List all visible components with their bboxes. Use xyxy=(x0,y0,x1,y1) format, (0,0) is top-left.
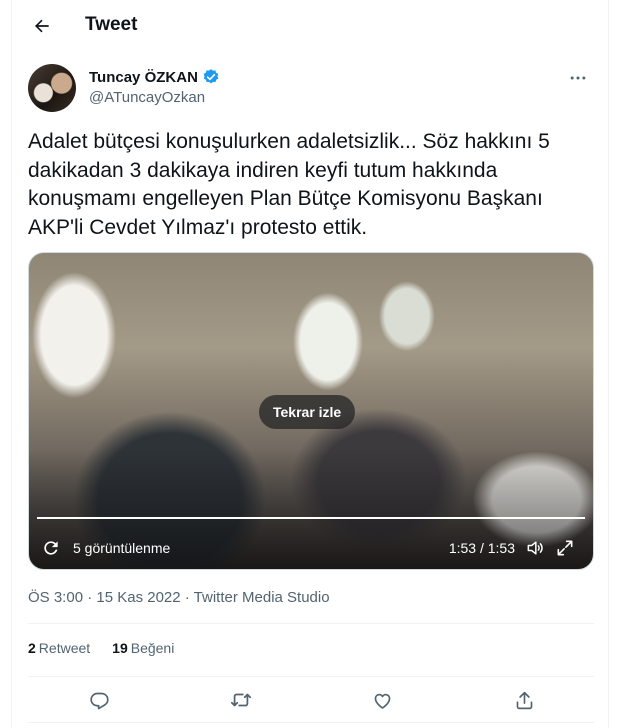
back-button[interactable] xyxy=(26,10,58,42)
display-name[interactable]: Tuncay ÖZKAN xyxy=(89,69,198,86)
retweet-icon xyxy=(230,693,252,707)
tweet-meta: ÖS 3:00 · 15 Kas 2022 · Twitter Media St… xyxy=(28,589,330,606)
more-dots-icon xyxy=(570,76,586,80)
reply-icon xyxy=(89,692,109,709)
divider xyxy=(28,722,594,723)
author-name-row: Tuncay ÖZKAN xyxy=(89,68,220,86)
source-link[interactable]: Twitter Media Studio xyxy=(194,589,330,606)
share-icon xyxy=(516,691,532,709)
video-time: 1:53 / 1:53 xyxy=(448,540,515,556)
likes-stat[interactable]: 19 Beğeni xyxy=(112,640,174,656)
tweet-column: Tweet Tuncay ÖZKAN @ATuncayOzkan Adalet … xyxy=(11,0,609,728)
divider xyxy=(28,676,594,677)
tweet-actions xyxy=(28,685,594,715)
view-count: 5 görüntülenme xyxy=(73,540,171,556)
retweet-button[interactable] xyxy=(228,687,254,713)
like-icon xyxy=(374,693,390,709)
video-progress-bar[interactable] xyxy=(37,517,585,519)
video-player[interactable]: Tekrar izle 5 görüntülenme 1:53 / 1:53 xyxy=(28,252,594,570)
replay-button[interactable]: Tekrar izle xyxy=(259,395,356,429)
header: Tweet xyxy=(12,0,608,52)
reply-button[interactable] xyxy=(86,687,112,713)
retweets-count: 2 xyxy=(28,640,36,656)
retweets-label: Retweet xyxy=(38,640,91,656)
video-controls: 5 görüntülenme 1:53 / 1:53 xyxy=(29,533,593,563)
likes-count: 19 xyxy=(112,640,128,656)
divider xyxy=(28,623,594,624)
fullscreen-icon[interactable] xyxy=(555,538,575,558)
like-button[interactable] xyxy=(369,687,395,713)
tweet-text: Adalet bütçesi konuşulurken adaletsizlik… xyxy=(28,130,550,239)
volume-icon[interactable] xyxy=(525,538,545,558)
arrow-left-icon xyxy=(35,19,49,33)
tweet-stats: 2 Retweet 19 Beğeni xyxy=(28,640,174,656)
likes-label: Beğeni xyxy=(130,640,175,656)
verified-badge-icon xyxy=(203,69,219,84)
page-title: Tweet xyxy=(85,14,138,35)
more-options-button[interactable] xyxy=(562,64,594,92)
retweets-stat[interactable]: 2 Retweet xyxy=(28,640,90,656)
author-row: Tuncay ÖZKAN @ATuncayOzkan xyxy=(28,62,594,114)
timestamp[interactable]: ÖS 3:00 · 15 Kas 2022 · xyxy=(28,589,194,606)
author-handle[interactable]: @ATuncayOzkan xyxy=(89,89,205,106)
avatar[interactable] xyxy=(28,64,76,112)
share-button[interactable] xyxy=(511,687,537,713)
replay-icon[interactable] xyxy=(41,538,61,558)
